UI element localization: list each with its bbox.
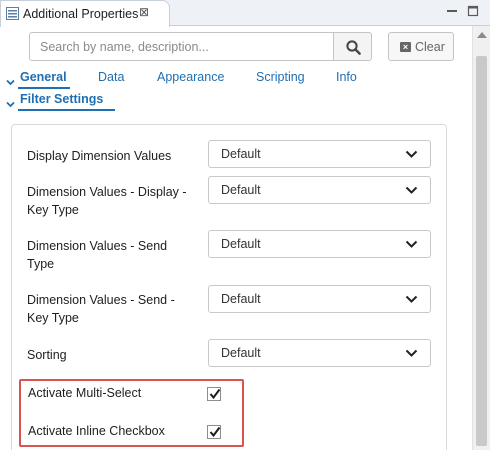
section-underline <box>18 109 115 111</box>
filter-settings-section-header[interactable]: Filter Settings <box>6 91 116 111</box>
tab-scripting[interactable]: Scripting <box>256 70 305 84</box>
dropdown-value: Default <box>221 237 261 251</box>
sorting-dropdown[interactable]: Default <box>208 339 431 367</box>
chevron-down-icon <box>405 186 418 194</box>
property-label: Dimension Values - Send Type <box>27 239 168 271</box>
scroll-up-icon[interactable] <box>477 32 487 38</box>
chevron-down-icon <box>6 95 15 113</box>
scrollbar-thumb[interactable] <box>476 56 487 446</box>
dropdown-value: Default <box>221 147 261 161</box>
checkmark-icon <box>209 388 221 400</box>
section-title: Filter Settings <box>20 92 104 106</box>
tab-info[interactable]: Info <box>336 70 357 84</box>
dropdown-value: Default <box>221 346 261 360</box>
checkmark-icon <box>209 426 221 438</box>
chevron-down-icon <box>405 240 418 248</box>
dropdown-value: Default <box>221 292 261 306</box>
property-label: Dimension Values - Display - Key Type <box>27 185 187 217</box>
chevron-down-icon <box>405 349 418 357</box>
tab-appearance[interactable]: Appearance <box>157 70 224 84</box>
clear-icon: × <box>400 42 411 52</box>
tab-data[interactable]: Data <box>98 70 124 84</box>
search-input[interactable] <box>29 32 334 61</box>
close-icon[interactable]: ⊠ <box>139 5 149 19</box>
additional-properties-tab[interactable]: Additional Properties ⊠ <box>0 0 170 27</box>
maximize-icon[interactable] <box>466 4 480 18</box>
tab-general[interactable]: General <box>20 70 67 84</box>
dimension-values-send-key-type-dropdown[interactable]: Default <box>208 285 431 313</box>
search-button[interactable] <box>333 32 372 61</box>
checkbox-label: Activate Inline Checkbox <box>28 424 165 438</box>
activate-multi-select-checkbox[interactable] <box>207 387 221 401</box>
dimension-values-send-type-dropdown[interactable]: Default <box>208 230 431 258</box>
clear-button[interactable]: × Clear <box>388 32 454 61</box>
property-label: Display Dimension Values <box>27 149 172 163</box>
chevron-down-icon <box>405 150 418 158</box>
clear-button-label: Clear <box>415 40 445 54</box>
chevron-down-icon <box>405 295 418 303</box>
view-tab-bar: Additional Properties ⊠ <box>0 0 490 27</box>
vertical-scrollbar[interactable] <box>472 26 490 450</box>
checkbox-label: Activate Multi-Select <box>28 386 142 400</box>
dimension-values-display-key-type-dropdown[interactable]: Default <box>208 176 431 204</box>
properties-icon <box>6 7 19 20</box>
display-dimension-values-dropdown[interactable]: Default <box>208 140 431 168</box>
category-tabs: General Data Appearance Scripting Info <box>0 70 470 90</box>
additional-properties-view: Additional Properties ⊠ × Clear Gen <box>0 0 490 450</box>
property-label: Sorting <box>27 348 67 362</box>
minimize-icon[interactable] <box>445 4 459 18</box>
property-label: Dimension Values - Send - Key Type <box>27 293 175 325</box>
activate-inline-checkbox-checkbox[interactable] <box>207 425 221 439</box>
active-tab-indicator <box>18 87 70 89</box>
chevron-down-icon <box>6 73 15 91</box>
dropdown-value: Default <box>221 183 261 197</box>
view-tab-title: Additional Properties <box>23 7 139 21</box>
